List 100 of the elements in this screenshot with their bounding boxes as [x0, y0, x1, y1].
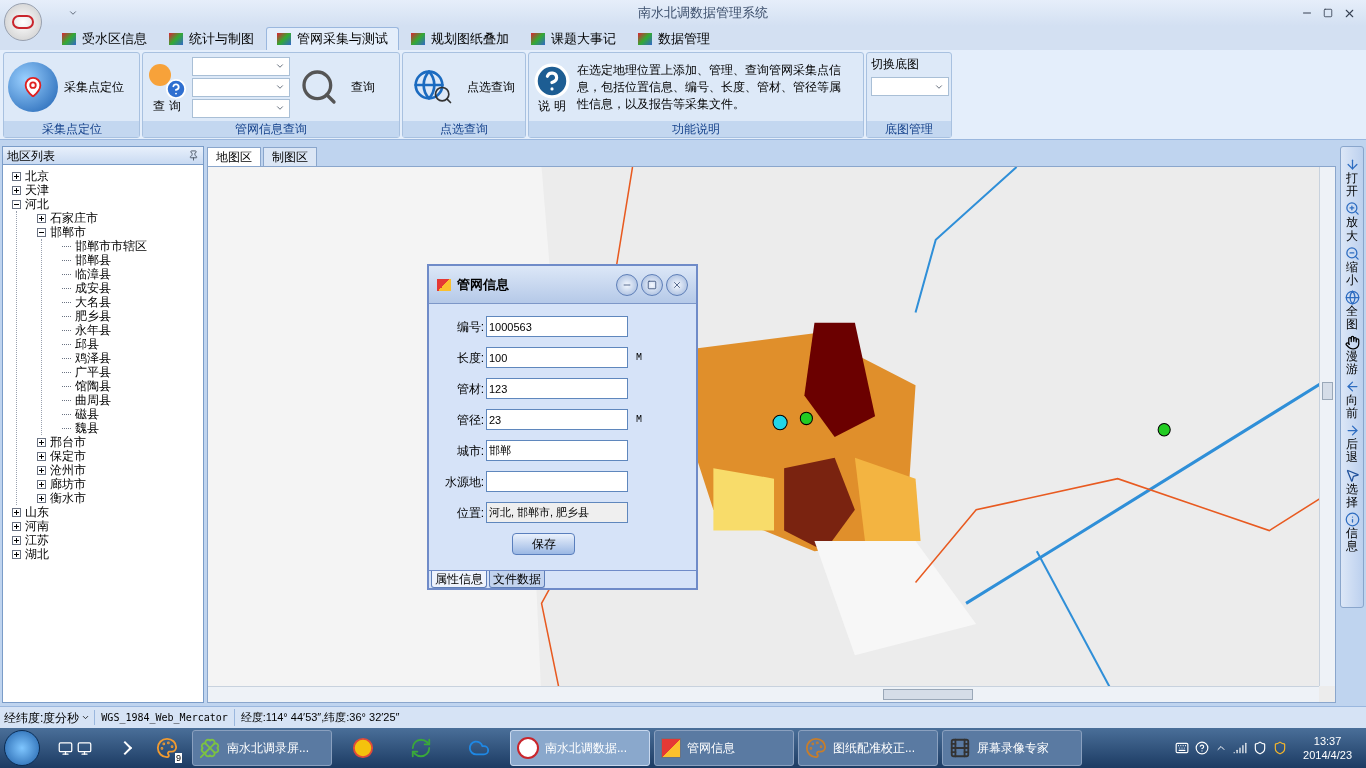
tree-item[interactable]: 邱县 [75, 337, 99, 351]
dropdown-field[interactable] [192, 56, 290, 76]
expand-icon[interactable] [12, 171, 21, 181]
signal-icon[interactable] [1233, 741, 1248, 755]
expand-icon[interactable] [12, 507, 21, 517]
tree-item[interactable]: 衡水市 [50, 491, 86, 505]
tree-item[interactable]: 天津 [25, 183, 49, 197]
locate-button[interactable]: 采集点定位 [8, 62, 124, 112]
expand-icon[interactable] [37, 465, 46, 475]
ribbon-tab[interactable]: 数据管理 [628, 27, 720, 50]
tree-item[interactable]: 邢台市 [50, 435, 86, 449]
tree-item[interactable]: 肥乡县 [75, 309, 111, 323]
map-tool-button[interactable]: 缩小 [1344, 245, 1360, 288]
keyboard-icon[interactable] [1175, 741, 1190, 755]
expand-icon[interactable] [12, 185, 21, 195]
dropdown-field[interactable] [192, 98, 290, 118]
unit-selector[interactable]: 经纬度:度分秒 [0, 708, 95, 727]
tree-item[interactable]: 山东 [25, 505, 49, 519]
map-tool-button[interactable]: 打开 [1344, 157, 1360, 199]
map-tool-button[interactable]: 向前 [1344, 378, 1360, 421]
map-tool-button[interactable]: 漫游 [1344, 334, 1360, 376]
taskbar-button[interactable]: 图纸配准校正... [798, 730, 938, 766]
query-button[interactable]: 查询 [299, 67, 375, 107]
text-field[interactable]: 邯郸 [486, 440, 628, 461]
shield-icon[interactable] [1253, 741, 1268, 755]
tree-item[interactable]: 湖北 [25, 547, 49, 561]
map-tool-button[interactable]: 后退 [1344, 423, 1360, 465]
expand-icon[interactable] [12, 521, 21, 531]
taskbar-button[interactable]: 屏幕录像专家 [942, 730, 1082, 766]
tree-item[interactable]: 邯郸市 [50, 225, 86, 239]
tree-item[interactable]: 永年县 [75, 323, 111, 337]
expand-icon[interactable] [12, 535, 21, 545]
tree-item[interactable]: 河北 [25, 197, 49, 211]
query-tool-button[interactable]: 查 询 [147, 61, 187, 113]
ribbon-tab[interactable]: 统计与制图 [159, 27, 264, 50]
map-tab[interactable]: 制图区 [263, 147, 317, 166]
dialog-tab[interactable]: 属性信息 [431, 571, 487, 588]
clock-time[interactable]: 13:37 [1313, 734, 1342, 748]
expand-icon[interactable] [37, 479, 46, 489]
tree-item[interactable]: 河南 [25, 519, 49, 533]
quick-access-icon[interactable] [68, 8, 78, 18]
tree-item[interactable]: 邯郸县 [75, 253, 111, 267]
start-button[interactable] [4, 730, 40, 766]
tree-item[interactable]: 大名县 [75, 295, 111, 309]
dropdown-field[interactable] [192, 77, 290, 97]
minimize-icon[interactable] [616, 273, 638, 296]
dropdown-field[interactable] [871, 77, 949, 96]
tree-item[interactable]: 磁县 [75, 407, 99, 421]
expand-icon[interactable] [12, 549, 21, 559]
window-switch-icon[interactable] [77, 740, 92, 756]
text-field[interactable]: 23 [486, 409, 628, 430]
expand-icon[interactable] [37, 451, 46, 461]
map-tool-button[interactable]: 全图 [1344, 290, 1360, 332]
ribbon-tab[interactable]: 课题大事记 [521, 27, 626, 50]
shield-icon[interactable] [1273, 741, 1288, 755]
tree-item[interactable]: 沧州市 [50, 463, 86, 477]
desktop-icon[interactable] [58, 740, 73, 756]
map-tool-button[interactable]: 选择 [1344, 467, 1360, 509]
expand-icon[interactable] [37, 437, 46, 447]
maximize-icon[interactable] [641, 273, 663, 296]
text-field[interactable] [486, 471, 628, 492]
dialog-tab[interactable]: 文件数据 [489, 571, 545, 588]
tree-item[interactable]: 江苏 [25, 533, 49, 547]
pin-icon[interactable] [188, 150, 199, 161]
save-button[interactable]: 保存 [512, 533, 575, 555]
app-logo-icon[interactable] [4, 3, 42, 41]
ribbon-tab[interactable]: 规划图纸叠加 [401, 27, 519, 50]
maximize-icon[interactable] [1323, 8, 1333, 18]
tree-item[interactable]: 曲周县 [75, 393, 111, 407]
tree-item[interactable]: 保定市 [50, 449, 86, 463]
map-tool-button[interactable]: 放大 [1344, 201, 1360, 243]
help-button[interactable]: 说 明 [533, 61, 571, 113]
tree-item[interactable]: 广平县 [75, 365, 111, 379]
taskbar-button[interactable]: 管网信息 [654, 730, 794, 766]
ribbon-tab[interactable]: 管网采集与测试 [266, 27, 399, 50]
tree-item[interactable]: 北京 [25, 169, 49, 183]
vertical-scrollbar[interactable] [1319, 167, 1335, 686]
text-field[interactable]: 123 [486, 378, 628, 399]
ribbon-tab[interactable]: 受水区信息 [52, 27, 157, 50]
taskbar-button[interactable]: 南水北调录屏... [192, 730, 332, 766]
tree-item[interactable]: 石家庄市 [50, 211, 98, 225]
tree-item[interactable]: 馆陶县 [75, 379, 111, 393]
map-tool-button[interactable]: 信息 [1344, 512, 1360, 554]
map-tab[interactable]: 地图区 [207, 147, 261, 166]
tree-item[interactable]: 鸡泽县 [75, 351, 111, 365]
expand-icon[interactable] [37, 493, 46, 503]
clock-date[interactable]: 2014/4/23 [1303, 748, 1352, 762]
horizontal-scrollbar[interactable] [208, 686, 1319, 702]
text-field[interactable]: 1000563 [486, 316, 628, 337]
collapse-icon[interactable] [12, 199, 21, 209]
expand-icon[interactable] [37, 213, 46, 223]
point-query-button[interactable]: 点选查询 [413, 69, 515, 105]
collapse-icon[interactable] [37, 227, 46, 237]
help-icon[interactable] [1195, 741, 1210, 755]
tree-item[interactable]: 廊坊市 [50, 477, 86, 491]
tree-item[interactable]: 魏县 [75, 421, 99, 435]
tree-item[interactable]: 临漳县 [75, 267, 111, 281]
tree-item[interactable]: 成安县 [75, 281, 111, 295]
text-field[interactable]: 100 [486, 347, 628, 368]
tree-item[interactable]: 邯郸市市辖区 [75, 239, 147, 253]
